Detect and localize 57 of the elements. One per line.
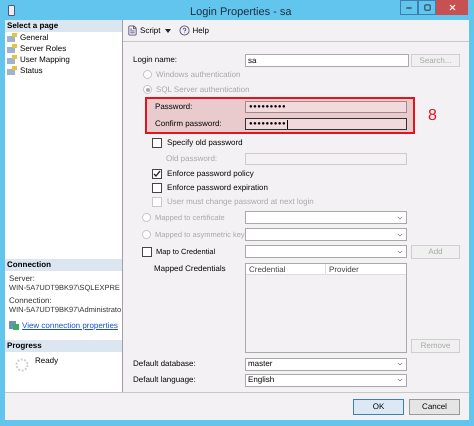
column-header[interactable]: Provider [326,264,406,274]
field-label: Default database: [133,358,197,370]
checkbox[interactable] [152,183,162,193]
step-number: 8 [428,106,437,126]
checkbox[interactable] [142,246,152,256]
field-label: Default language: [133,374,197,386]
maximize-icon [424,4,430,11]
checkbox[interactable] [152,169,162,179]
view-properties-link[interactable]: View connection properties [22,320,118,330]
page-item[interactable]: General [5,32,122,43]
checkbox-label: Specify old password [167,136,243,148]
dialog-button[interactable]: OK [353,398,404,414]
dropdown[interactable]: master [245,358,407,370]
close-button[interactable] [436,0,468,15]
section-header: Connection [5,259,122,271]
help-button[interactable]: Help [179,24,209,36]
spinner-icon [15,358,29,372]
radio-label: Windows authentication [156,68,240,80]
radio-label: SQL Server authentication [156,84,250,96]
dropdown-caret-icon [165,28,172,32]
window-title: Login Properties - sa [190,5,292,20]
properties-icon [9,320,19,330]
connection-label: Connection: [9,296,53,305]
dropdown[interactable] [245,245,407,258]
section-header: Progress [5,340,122,352]
checkbox[interactable] [152,138,162,148]
page-item[interactable]: Status [5,65,122,76]
dropdown[interactable] [245,228,407,241]
server-label: Server: [9,274,36,283]
checkbox-label: Enforce password policy [167,168,254,180]
password-label: Password: [155,101,194,113]
script-icon [127,25,138,36]
section-header: Select a page [5,20,122,32]
checkbox-label: Enforce password expiration [167,182,268,194]
page-icon [7,33,17,42]
column-header[interactable]: Credential [246,264,326,274]
maximize-button[interactable] [418,0,436,15]
dropdown[interactable] [245,211,407,224]
page-icon [7,44,17,53]
dropdown[interactable]: English [245,374,407,386]
script-button[interactable]: Script [127,24,172,36]
checkbox-label: User must change password at next login [167,196,314,208]
app-icon [8,4,15,16]
check-icon [153,170,161,178]
page-icon [7,55,17,64]
page-item[interactable]: Server Roles [5,43,122,54]
page-icon [7,66,17,75]
mapped-credentials-label: Mapped Credentials [153,263,227,275]
close-icon [448,3,456,12]
status-text: Ready [35,355,58,367]
dialog-button[interactable]: Cancel [409,398,460,414]
login-name-field[interactable]: sa [245,54,409,66]
password-label: Confirm password: [155,118,223,130]
login-name-label: Login name: [133,54,178,66]
page-item[interactable]: User Mapping [5,54,122,65]
help-icon [179,25,190,36]
old-password-label: Old password: [165,152,218,164]
